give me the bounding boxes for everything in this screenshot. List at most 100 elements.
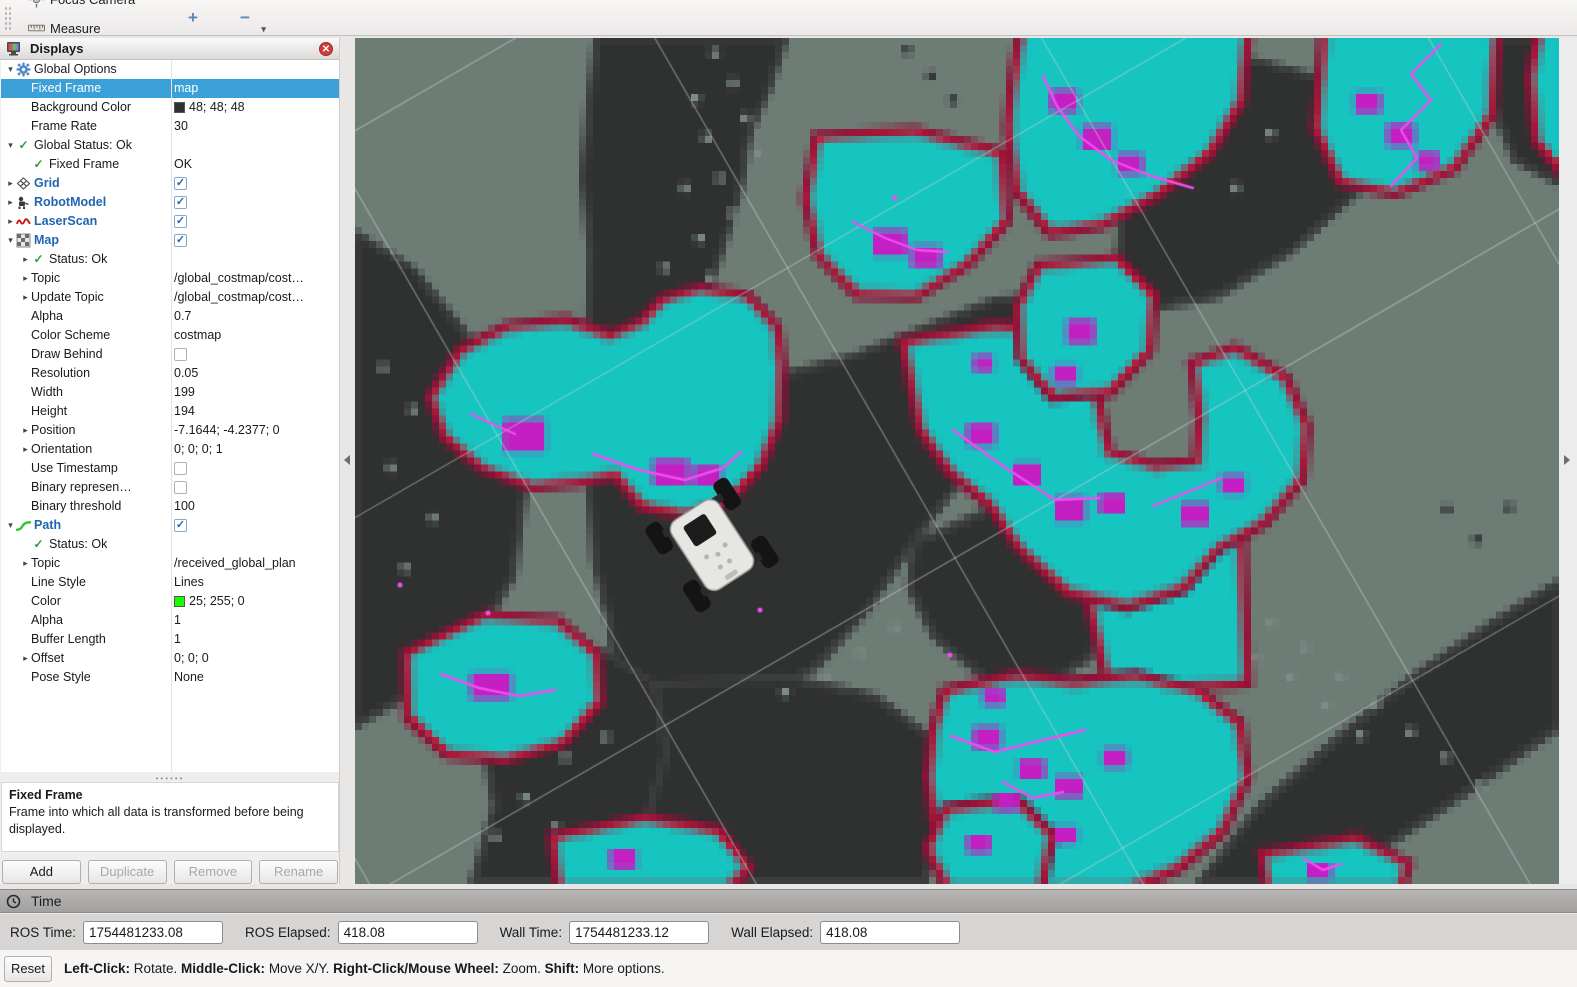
expander-right-icon[interactable]: ▸ <box>5 193 16 212</box>
reset-button[interactable]: Reset <box>4 956 52 982</box>
tree-row-frame-rate[interactable]: Frame Rate30 <box>1 117 339 136</box>
tree-row-topic[interactable]: ▸Topic/global_costmap/cost… <box>1 269 339 288</box>
property-value[interactable]: 199 <box>174 383 195 402</box>
expander-right-icon[interactable]: ▸ <box>5 174 16 193</box>
property-value[interactable]: 0; 0; 0; 1 <box>174 440 223 459</box>
toolbar-grip[interactable] <box>4 6 12 30</box>
grid-icon <box>16 176 31 191</box>
zoom-out-button[interactable]: −▾ <box>230 8 260 28</box>
tree-row-orientation[interactable]: ▸Orientation0; 0; 0; 1 <box>1 440 339 459</box>
checkbox-checked[interactable]: ✓ <box>174 177 187 190</box>
tree-row-offset[interactable]: ▸Offset0; 0; 0 <box>1 649 339 668</box>
expander-right-icon[interactable]: ▸ <box>20 649 31 668</box>
tree-row-width[interactable]: Width199 <box>1 383 339 402</box>
property-value[interactable]: 30 <box>174 117 188 136</box>
displays-panel-header[interactable]: Displays ✕ <box>0 38 339 60</box>
tree-row-laserscan[interactable]: ▸LaserScan✓ <box>1 212 339 231</box>
checkbox-unchecked[interactable] <box>174 481 187 494</box>
tree-row-resolution[interactable]: Resolution0.05 <box>1 364 339 383</box>
time-field-input[interactable]: 1754481233.08 <box>83 921 223 944</box>
tree-row-binary-threshold[interactable]: Binary threshold100 <box>1 497 339 516</box>
property-value[interactable]: costmap <box>174 326 221 345</box>
expander-right-icon[interactable]: ▸ <box>20 269 31 288</box>
expander-down-icon[interactable]: ▾ <box>5 136 16 155</box>
collapse-right-icon[interactable] <box>1564 455 1570 465</box>
checkbox-unchecked[interactable] <box>174 462 187 475</box>
rename-button[interactable]: Rename <box>259 860 338 884</box>
property-value[interactable]: 0.7 <box>174 307 191 326</box>
tree-row-fixed-frame[interactable]: Fixed Framemap <box>1 79 339 98</box>
expander-down-icon[interactable]: ▾ <box>5 516 16 535</box>
property-value[interactable]: 1 <box>174 630 181 649</box>
tree-row-background-color[interactable]: Background Color48; 48; 48 <box>1 98 339 117</box>
tree-row-robotmodel[interactable]: ▸RobotModel✓ <box>1 193 339 212</box>
property-value[interactable]: 0.05 <box>174 364 198 383</box>
property-value[interactable]: /global_costmap/cost… <box>174 269 304 288</box>
add-button[interactable]: Add <box>2 860 81 884</box>
tree-row-global-status-ok[interactable]: ▾✓Global Status: Ok <box>1 136 339 155</box>
checkbox-checked[interactable]: ✓ <box>174 519 187 532</box>
expander-right-icon[interactable]: ▸ <box>20 250 31 269</box>
tree-row-position[interactable]: ▸Position-7.1644; -4.2377; 0 <box>1 421 339 440</box>
expander-right-icon[interactable]: ▸ <box>20 440 31 459</box>
tree-row-topic[interactable]: ▸Topic/received_global_plan <box>1 554 339 573</box>
property-value[interactable]: OK <box>174 155 192 174</box>
tree-row-status-ok[interactable]: ✓Status: Ok <box>1 535 339 554</box>
tree-row-pose-style[interactable]: Pose StyleNone <box>1 668 339 687</box>
tool-focus-camera[interactable]: Focus Camera <box>18 0 164 14</box>
tree-row-global-options[interactable]: ▾Global Options <box>1 60 339 79</box>
time-panel-header[interactable]: Time <box>0 889 1577 913</box>
tree-row-height[interactable]: Height194 <box>1 402 339 421</box>
property-value[interactable]: 194 <box>174 402 195 421</box>
time-field-input[interactable]: 418.08 <box>820 921 960 944</box>
tree-row-status-ok[interactable]: ▸✓Status: Ok <box>1 250 339 269</box>
checkbox-checked[interactable]: ✓ <box>174 215 187 228</box>
duplicate-button[interactable]: Duplicate <box>88 860 167 884</box>
property-value[interactable]: /global_costmap/cost… <box>174 288 304 307</box>
tree-row-update-topic[interactable]: ▸Update Topic/global_costmap/cost… <box>1 288 339 307</box>
tree-row-binary-represen-[interactable]: Binary represen… <box>1 478 339 497</box>
tree-row-use-timestamp[interactable]: Use Timestamp <box>1 459 339 478</box>
tree-row-alpha[interactable]: Alpha0.7 <box>1 307 339 326</box>
time-field-input[interactable]: 418.08 <box>338 921 478 944</box>
property-value[interactable]: 100 <box>174 497 195 516</box>
tree-row-map[interactable]: ▾Map✓ <box>1 231 339 250</box>
tree-row-grid[interactable]: ▸Grid✓ <box>1 174 339 193</box>
expander-right-icon[interactable]: ▸ <box>20 554 31 573</box>
tree-row-fixed-frame[interactable]: ✓Fixed FrameOK <box>1 155 339 174</box>
property-value[interactable]: /received_global_plan <box>174 554 296 573</box>
property-value[interactable]: 0; 0; 0 <box>174 649 209 668</box>
tree-row-color[interactable]: Color25; 255; 0 <box>1 592 339 611</box>
tree-row-path[interactable]: ▾Path✓ <box>1 516 339 535</box>
toolbar-overflow-icon[interactable]: ▾ <box>261 24 266 35</box>
expander-right-icon[interactable]: ▸ <box>20 421 31 440</box>
expander-right-icon[interactable]: ▸ <box>20 288 31 307</box>
tree-row-buffer-length[interactable]: Buffer Length1 <box>1 630 339 649</box>
displays-tree: ▾Global OptionsFixed FramemapBackground … <box>1 60 339 772</box>
property-value[interactable]: -7.1644; -4.2377; 0 <box>174 421 280 440</box>
checkbox-checked[interactable]: ✓ <box>174 196 187 209</box>
property-value[interactable]: Lines <box>174 573 204 592</box>
expander-down-icon[interactable]: ▾ <box>5 231 16 250</box>
property-value[interactable]: 1 <box>174 611 181 630</box>
collapse-left-icon[interactable] <box>344 455 350 465</box>
tree-row-color-scheme[interactable]: Color Schemecostmap <box>1 326 339 345</box>
zoom-in-button[interactable]: + <box>178 8 208 28</box>
time-field-input[interactable]: 1754481233.12 <box>569 921 709 944</box>
checkbox-checked[interactable]: ✓ <box>174 234 187 247</box>
tree-row-draw-behind[interactable]: Draw Behind <box>1 345 339 364</box>
checkbox-unchecked[interactable] <box>174 348 187 361</box>
tree-row-line-style[interactable]: Line StyleLines <box>1 573 339 592</box>
property-value[interactable]: map <box>174 79 198 98</box>
render-viewport[interactable] <box>355 38 1559 884</box>
expander-right-icon[interactable]: ▸ <box>5 212 16 231</box>
expander-down-icon[interactable]: ▾ <box>5 60 16 79</box>
help-text: Frame into which all data is transformed… <box>9 805 304 836</box>
remove-button[interactable]: Remove <box>174 860 253 884</box>
close-icon[interactable]: ✕ <box>319 42 333 56</box>
property-value[interactable]: 25; 255; 0 <box>189 592 245 611</box>
property-value[interactable]: 48; 48; 48 <box>189 98 245 117</box>
time-field-0: ROS Time:1754481233.08 <box>10 921 223 944</box>
property-value[interactable]: None <box>174 668 204 687</box>
tree-row-alpha[interactable]: Alpha1 <box>1 611 339 630</box>
